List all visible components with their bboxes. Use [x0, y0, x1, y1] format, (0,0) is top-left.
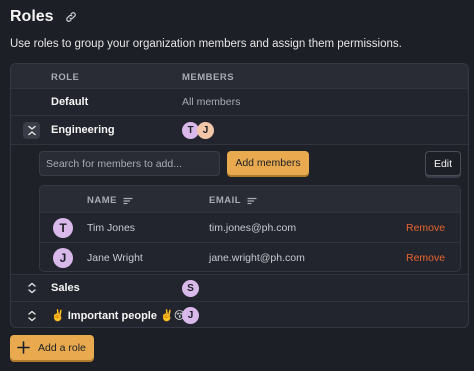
member-name: Tim Jones: [87, 222, 136, 234]
add-role-label: Add a role: [38, 341, 86, 354]
avatar: J: [53, 248, 73, 268]
expand-icon[interactable]: [23, 280, 40, 297]
role-row-engineering[interactable]: Engineering T J: [11, 115, 468, 144]
add-role-button[interactable]: Add a role: [10, 335, 94, 360]
plus-icon: [17, 341, 30, 354]
avatar: T: [53, 218, 73, 238]
role-row-default[interactable]: Default All members: [11, 88, 468, 115]
member-email: jane.wright@ph.com: [209, 252, 305, 264]
sort-icon: [247, 197, 257, 204]
members-table: NAME EMAIL T Tim Jones tim.jones@ph.com …: [39, 185, 461, 272]
column-header-name-label: NAME: [87, 195, 117, 206]
members-text: All members: [182, 96, 241, 108]
avatar: J: [182, 307, 199, 324]
role-name: ✌️ Important people ✌️😚: [51, 310, 186, 322]
expand-icon[interactable]: [23, 307, 40, 324]
role-row-sales[interactable]: Sales S: [11, 274, 468, 301]
link-icon[interactable]: [64, 10, 78, 24]
remove-member-link[interactable]: Remove: [406, 252, 445, 264]
member-row: J Jane Wright jane.wright@ph.com Remove: [40, 242, 460, 271]
remove-member-link[interactable]: Remove: [406, 222, 445, 234]
add-members-button[interactable]: Add members: [227, 151, 309, 175]
column-header-role: ROLE: [51, 72, 80, 83]
member-avatars: S: [182, 279, 199, 297]
column-header-email-label: EMAIL: [209, 195, 242, 206]
role-name: Sales: [51, 282, 80, 294]
role-members-panel: Add members Edit NAME EMAIL T Tim Jones …: [11, 144, 468, 274]
page-header: Roles: [10, 8, 78, 26]
role-row-important-people[interactable]: ✌️ Important people ✌️😚 J: [11, 301, 468, 327]
column-header-members: MEMBERS: [182, 72, 235, 83]
member-email: tim.jones@ph.com: [209, 222, 297, 234]
role-name: Engineering: [51, 124, 115, 136]
avatar: J: [197, 121, 214, 139]
member-avatars: T J: [182, 121, 214, 139]
collapse-icon[interactable]: [23, 121, 40, 139]
page-description: Use roles to group your organization mem…: [10, 38, 402, 50]
roles-table: ROLE MEMBERS Default All members Enginee…: [10, 63, 469, 328]
edit-button[interactable]: Edit: [425, 151, 461, 176]
member-row: T Tim Jones tim.jones@ph.com Remove: [40, 212, 460, 242]
column-header-email[interactable]: EMAIL: [209, 195, 257, 206]
members-table-header: NAME EMAIL: [40, 186, 460, 212]
page-title: Roles: [10, 8, 54, 25]
member-avatars: J: [182, 307, 199, 324]
sort-icon: [123, 197, 133, 204]
role-name: Default: [51, 96, 89, 108]
column-header-name[interactable]: NAME: [87, 195, 133, 206]
member-name: Jane Wright: [87, 252, 143, 264]
avatar: S: [182, 279, 199, 297]
roles-table-header: ROLE MEMBERS: [11, 64, 468, 88]
search-members-input[interactable]: [39, 151, 220, 176]
